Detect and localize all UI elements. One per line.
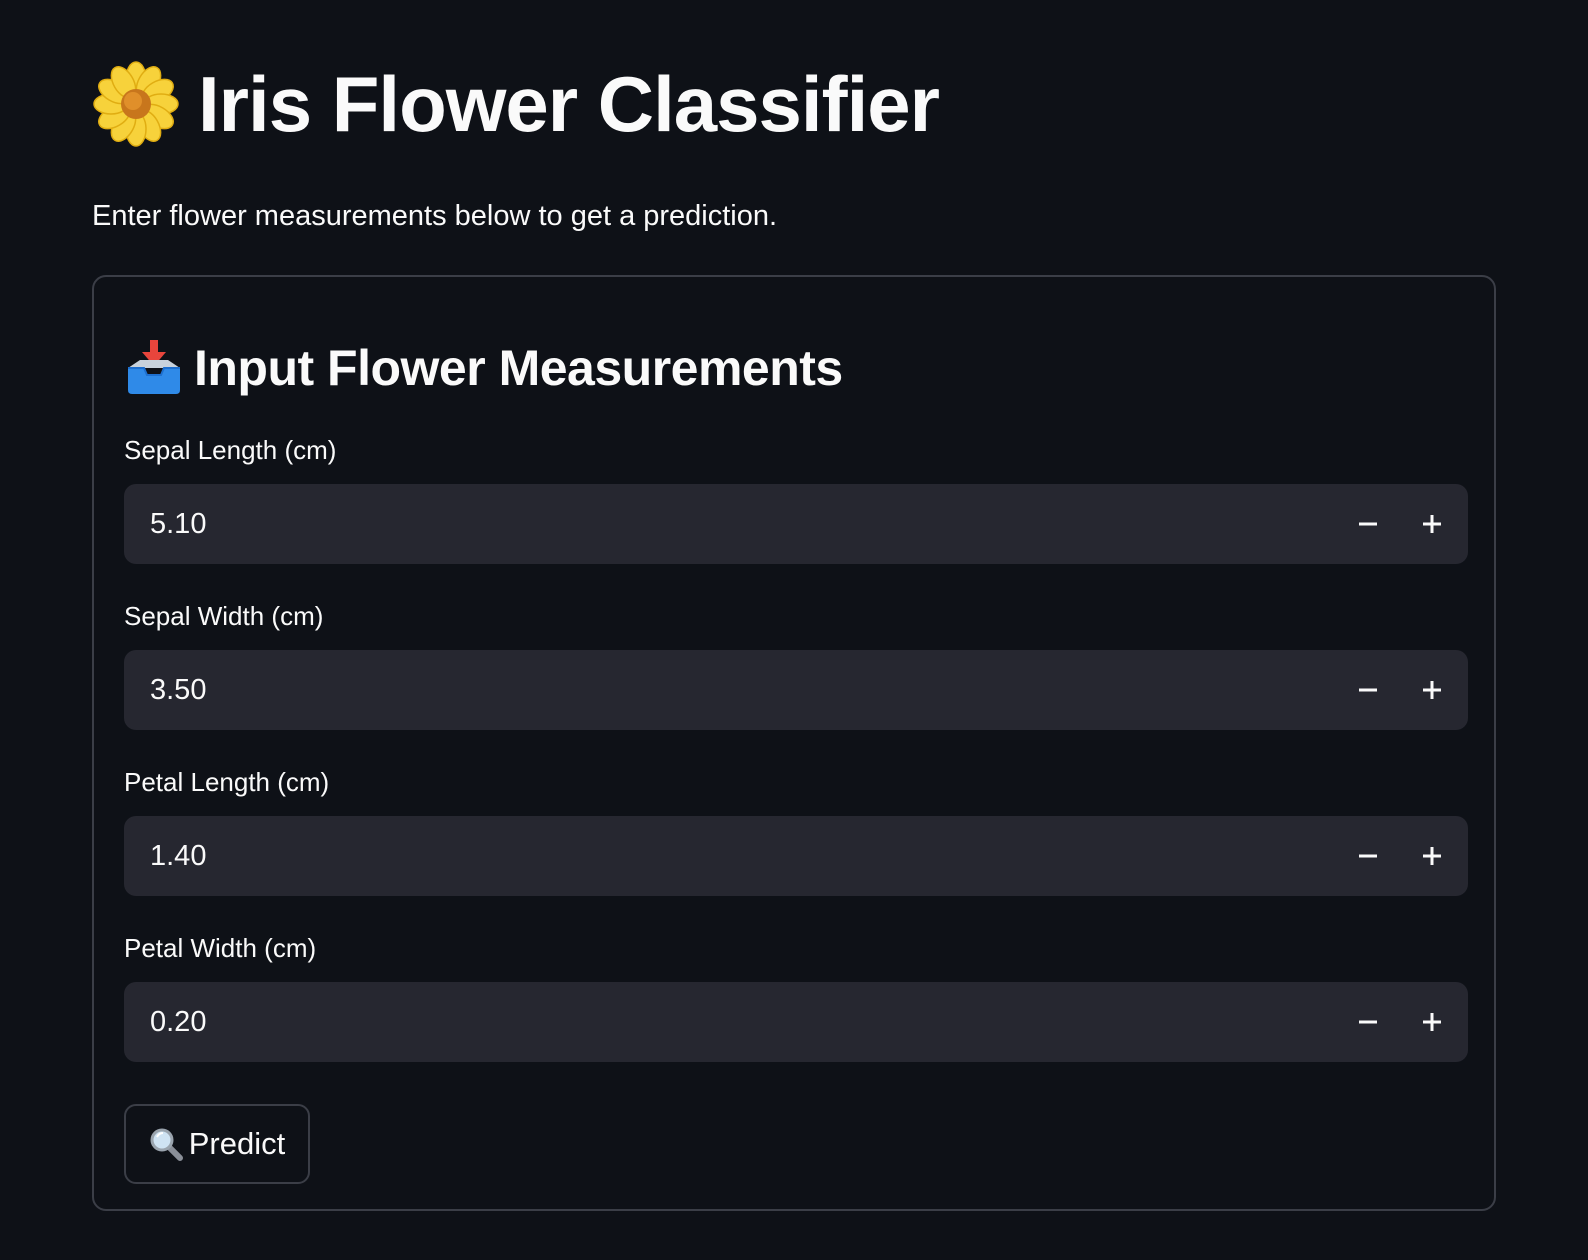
sepal-width-field <box>124 649 1468 731</box>
sepal-length-field <box>124 483 1468 565</box>
sepal-length-decrement-button[interactable] <box>1336 484 1400 564</box>
magnifying-glass-icon <box>149 1127 183 1161</box>
petal-width-decrement-button[interactable] <box>1336 982 1400 1062</box>
section-header: Input Flower Measurements <box>124 333 843 403</box>
measurement-form: Input Flower Measurements Sepal Length (… <box>92 275 1496 1211</box>
sepal-length-label: Sepal Length (cm) <box>124 435 337 465</box>
petal-length-increment-button[interactable] <box>1400 816 1464 896</box>
predict-button[interactable]: Predict <box>124 1104 310 1184</box>
plus-icon <box>1423 847 1441 865</box>
petal-width-increment-button[interactable] <box>1400 982 1464 1062</box>
minus-icon <box>1359 522 1377 526</box>
inbox-tray-icon <box>124 338 184 398</box>
minus-icon <box>1359 854 1377 858</box>
minus-icon <box>1359 688 1377 692</box>
petal-length-input[interactable] <box>124 815 1336 897</box>
plus-icon <box>1423 1013 1441 1031</box>
blossom-icon <box>92 60 180 148</box>
section-title: Input Flower Measurements <box>194 340 843 396</box>
petal-width-input[interactable] <box>124 981 1336 1063</box>
petal-length-label: Petal Length (cm) <box>124 767 330 797</box>
sepal-length-input[interactable] <box>124 483 1336 565</box>
petal-length-decrement-button[interactable] <box>1336 816 1400 896</box>
sepal-length-increment-button[interactable] <box>1400 484 1464 564</box>
minus-icon <box>1359 1020 1377 1024</box>
sepal-width-decrement-button[interactable] <box>1336 650 1400 730</box>
page-title: Iris Flower Classifier <box>198 60 940 148</box>
title-row: Iris Flower Classifier <box>92 54 940 154</box>
plus-icon <box>1423 515 1441 533</box>
sepal-width-label: Sepal Width (cm) <box>124 601 324 631</box>
petal-width-label: Petal Width (cm) <box>124 933 317 963</box>
petal-width-field <box>124 981 1468 1063</box>
petal-length-field <box>124 815 1468 897</box>
predict-button-label: Predict <box>188 1126 286 1161</box>
sepal-width-input[interactable] <box>124 649 1336 731</box>
plus-icon <box>1423 681 1441 699</box>
sepal-width-increment-button[interactable] <box>1400 650 1464 730</box>
page-subtitle: Enter flower measurements below to get a… <box>92 200 778 232</box>
